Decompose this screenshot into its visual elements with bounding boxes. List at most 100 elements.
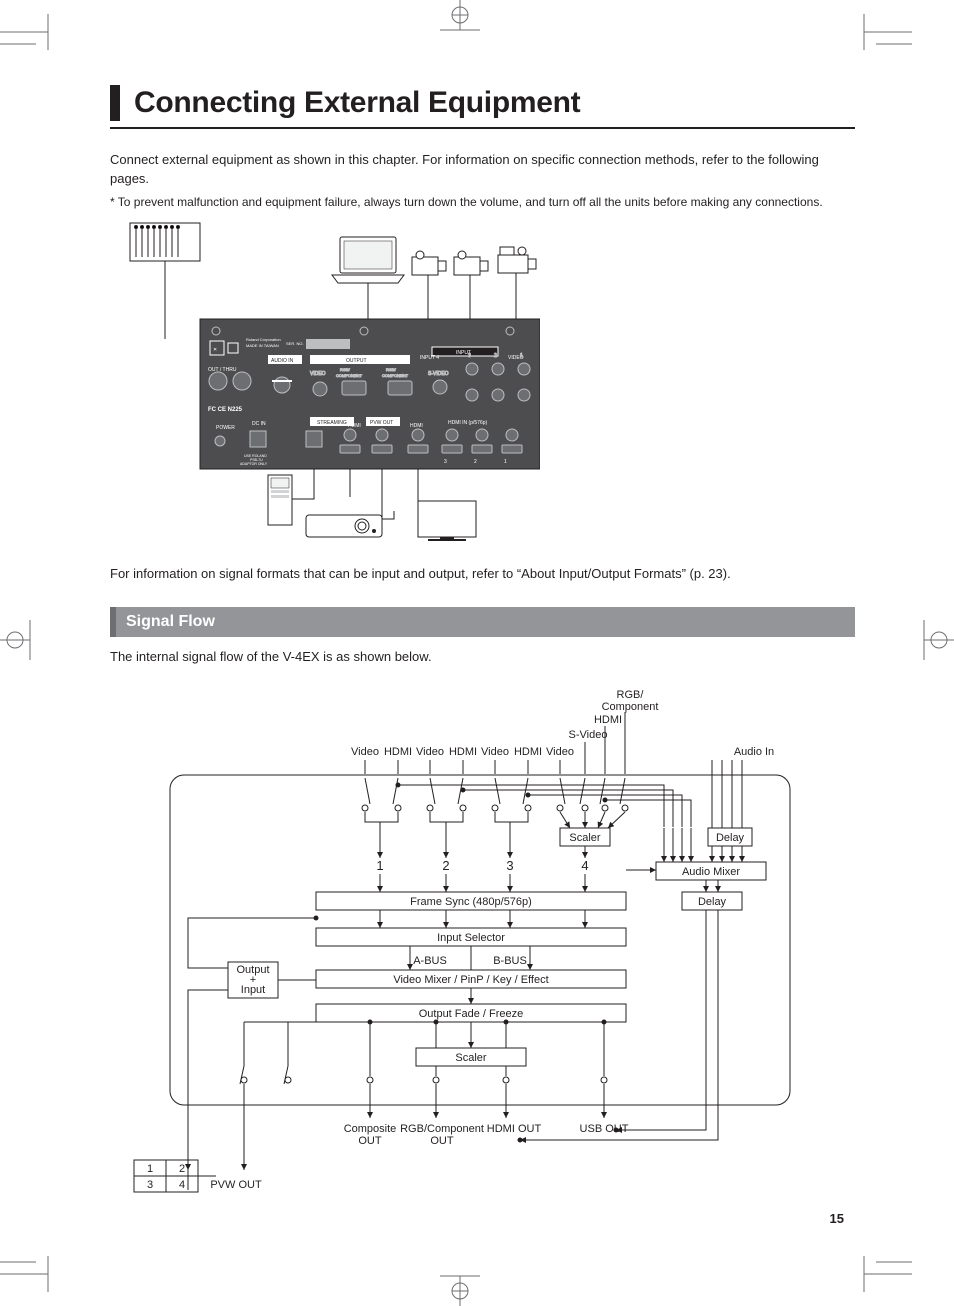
svg-text:Scaler: Scaler — [569, 832, 601, 844]
page-number: 15 — [830, 1211, 844, 1226]
signal-flow-intro: The internal signal flow of the V-4EX is… — [110, 649, 855, 664]
svg-text:A-BUS: A-BUS — [413, 955, 447, 967]
svg-text:1: 1 — [504, 459, 507, 465]
svg-text:Input: Input — [241, 984, 265, 996]
crop-mark-bc — [430, 1266, 490, 1306]
flow-top-labels: Video HDMI Video HDMI Video HDMI Video S… — [351, 689, 774, 758]
crop-mark-lc — [0, 615, 40, 665]
content-area: Connecting External Equipment Connect ex… — [110, 85, 855, 1210]
svg-text:OUT: OUT — [358, 1135, 382, 1147]
section-signal-flow: Signal Flow — [110, 607, 855, 637]
svg-text:2: 2 — [474, 459, 477, 465]
svg-text:3: 3 — [147, 1179, 153, 1191]
svg-text:PVW OUT: PVW OUT — [210, 1179, 262, 1191]
svg-text:HDMI: HDMI — [384, 746, 412, 758]
mixer-icon — [130, 223, 200, 261]
connection-diagram: ✕ AUDIO IN OUTPUT INPUT OUT / THRU Rolan… — [110, 219, 540, 554]
svg-text:Delay: Delay — [716, 832, 745, 844]
svg-text:Roland Corporation: Roland Corporation — [246, 337, 281, 342]
svg-text:Video: Video — [546, 746, 574, 758]
pc-icon — [268, 475, 292, 525]
svg-text:DC IN: DC IN — [252, 421, 266, 427]
svg-text:SER. NO.: SER. NO. — [286, 341, 304, 346]
svg-text:POWER: POWER — [216, 425, 235, 431]
svg-text:OUT / THRU: OUT / THRU — [208, 367, 237, 373]
svg-text:4: 4 — [179, 1179, 185, 1191]
svg-text:Output Fade / Freeze: Output Fade / Freeze — [419, 1008, 524, 1020]
svg-text:HDMI: HDMI — [514, 746, 542, 758]
svg-text:2: 2 — [494, 353, 497, 359]
svg-text:Video: Video — [481, 746, 509, 758]
svg-text:Frame Sync (480p/576p): Frame Sync (480p/576p) — [410, 896, 532, 908]
svg-text:COMPONENT: COMPONENT — [382, 373, 409, 378]
svg-text:Component: Component — [602, 701, 659, 713]
crop-mark-bl — [0, 1256, 60, 1292]
camcorder-icon — [498, 247, 536, 273]
svg-text:VIDEO: VIDEO — [310, 371, 326, 377]
monitor-icon — [418, 501, 476, 541]
svg-text:1: 1 — [147, 1163, 153, 1175]
svg-text:HDMI OUT: HDMI OUT — [487, 1123, 542, 1135]
flow-output-labels: CompositeOUT RGB/ComponentOUT HDMI OUT U… — [210, 1123, 628, 1191]
svg-text:HDMI: HDMI — [348, 423, 361, 429]
laptop-icon — [332, 237, 404, 283]
svg-text:STREAMING: STREAMING — [317, 420, 347, 426]
svg-text:PVW OUT: PVW OUT — [370, 420, 393, 426]
flow-inputs — [362, 712, 628, 811]
footnote-text: * To prevent malfunction and equipment f… — [110, 195, 855, 209]
svg-text:Scaler: Scaler — [455, 1052, 487, 1064]
crop-mark-tc — [430, 0, 490, 40]
svg-text:HDMI: HDMI — [594, 714, 622, 726]
svg-text:3: 3 — [468, 353, 471, 359]
svg-text:Input Selector: Input Selector — [437, 932, 505, 944]
svg-text:RGB/Component: RGB/Component — [400, 1123, 484, 1135]
svg-text:Audio In: Audio In — [734, 746, 774, 758]
svg-text:1: 1 — [520, 353, 523, 359]
crop-mark-tl — [0, 14, 60, 50]
svg-text:HDMI: HDMI — [410, 423, 423, 429]
projector-icon — [306, 515, 382, 537]
title-bar-icon — [110, 85, 120, 121]
svg-text:3: 3 — [444, 459, 447, 465]
svg-text:Delay: Delay — [698, 896, 727, 908]
svg-text:RGB/: RGB/ — [617, 689, 645, 701]
svg-text:Video: Video — [351, 746, 379, 758]
svg-text:HDMI IN (p/576p): HDMI IN (p/576p) — [448, 420, 488, 426]
svg-text:✕: ✕ — [213, 347, 217, 353]
svg-text:RGB/: RGB/ — [386, 367, 397, 372]
svg-text:Audio Mixer: Audio Mixer — [682, 866, 740, 878]
svg-text:Composite: Composite — [344, 1123, 397, 1135]
svg-text:4: 4 — [581, 858, 588, 873]
svg-text:2: 2 — [179, 1163, 185, 1175]
svg-text:HDMI: HDMI — [449, 746, 477, 758]
svg-text:OUTPUT: OUTPUT — [346, 358, 367, 364]
leader-lines-bottom — [282, 469, 440, 519]
svg-text:ADAPTOR ONLY: ADAPTOR ONLY — [240, 462, 268, 466]
svg-text:2: 2 — [442, 858, 449, 873]
svg-text:MADE IN TAIWAN: MADE IN TAIWAN — [246, 343, 279, 348]
camera-icon-2 — [454, 251, 488, 275]
svg-text:1: 1 — [376, 858, 383, 873]
svg-text:COMPONENT: COMPONENT — [336, 373, 363, 378]
svg-text:Video Mixer / PinP / Key / Eff: Video Mixer / PinP / Key / Effect — [393, 974, 548, 986]
svg-text:INPUT 4: INPUT 4 — [420, 355, 439, 361]
crop-mark-tr — [852, 14, 912, 50]
svg-text:S-VIDEO: S-VIDEO — [428, 371, 449, 377]
svg-text:B-BUS: B-BUS — [493, 955, 527, 967]
signal-flow-diagram: Video HDMI Video HDMI Video HDMI Video S… — [110, 670, 855, 1210]
page-title: Connecting External Equipment — [134, 86, 580, 120]
page: Connecting External Equipment Connect ex… — [0, 0, 954, 1306]
svg-text:AUDIO IN: AUDIO IN — [271, 358, 294, 364]
title-wrap: Connecting External Equipment — [110, 85, 855, 129]
svg-text:USB OUT: USB OUT — [580, 1123, 629, 1135]
svg-text:FC CE N225: FC CE N225 — [208, 407, 243, 413]
svg-text:Video: Video — [416, 746, 444, 758]
intro-text: Connect external equipment as shown in t… — [110, 151, 855, 189]
svg-text:S-Video: S-Video — [569, 729, 608, 741]
svg-text:RGB/: RGB/ — [340, 367, 351, 372]
format-info: For information on signal formats that c… — [110, 566, 855, 581]
crop-mark-rc — [914, 615, 954, 665]
svg-text:3: 3 — [506, 858, 513, 873]
svg-text:OUT: OUT — [430, 1135, 454, 1147]
camera-icon-1 — [412, 251, 446, 275]
